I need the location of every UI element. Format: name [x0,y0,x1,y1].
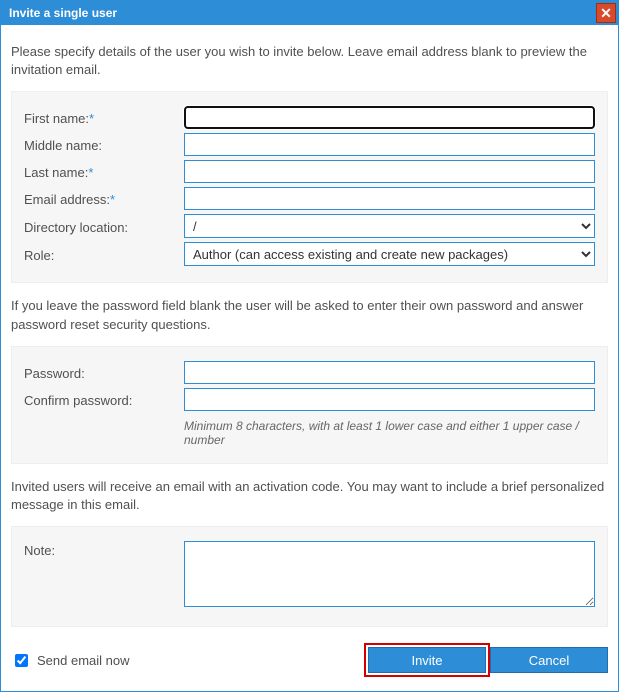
cancel-button[interactable]: Cancel [490,647,608,673]
email-label: Email address:* [24,190,184,207]
note-group: Note: [11,526,608,627]
send-now-checkbox[interactable] [15,654,28,667]
note-intro-text: Invited users will receive an email with… [11,478,608,514]
required-mark: * [88,165,93,180]
note-textarea[interactable] [184,541,595,607]
role-select[interactable]: Author (can access existing and create n… [184,242,595,266]
close-button[interactable]: ✕ [596,3,616,23]
last-name-input[interactable] [184,160,595,183]
titlebar: Invite a single user ✕ [1,1,618,25]
close-icon: ✕ [600,6,612,20]
invite-button[interactable]: Invite [368,647,486,673]
invite-user-dialog: Invite a single user ✕ Please specify de… [0,0,619,692]
directory-label: Directory location: [24,218,184,235]
directory-select[interactable]: / [184,214,595,238]
role-label: Role: [24,246,184,263]
password-hint: Minimum 8 characters, with at least 1 lo… [184,419,595,447]
confirm-password-label: Confirm password: [24,391,184,408]
footer: Send email now Invite Cancel [11,643,608,677]
send-now-wrap[interactable]: Send email now [11,651,130,670]
invite-highlight: Invite [364,643,490,677]
middle-name-label: Middle name: [24,136,184,153]
middle-name-input[interactable] [184,133,595,156]
intro-text: Please specify details of the user you w… [11,43,608,79]
first-name-input[interactable] [184,106,595,129]
password-input[interactable] [184,361,595,384]
password-intro-text: If you leave the password field blank th… [11,297,608,333]
dialog-body: Please specify details of the user you w… [1,25,618,691]
email-input[interactable] [184,187,595,210]
send-now-label: Send email now [37,653,130,668]
last-name-label: Last name:* [24,163,184,180]
note-label: Note: [24,541,184,558]
required-mark: * [89,111,94,126]
required-mark: * [110,192,115,207]
dialog-title: Invite a single user [9,6,117,20]
password-group: Password: Confirm password: Minimum 8 ch… [11,346,608,464]
first-name-label: First name:* [24,109,184,126]
password-label: Password: [24,364,184,381]
confirm-password-input[interactable] [184,388,595,411]
user-details-group: First name:* Middle name: Last name:* Em… [11,91,608,283]
